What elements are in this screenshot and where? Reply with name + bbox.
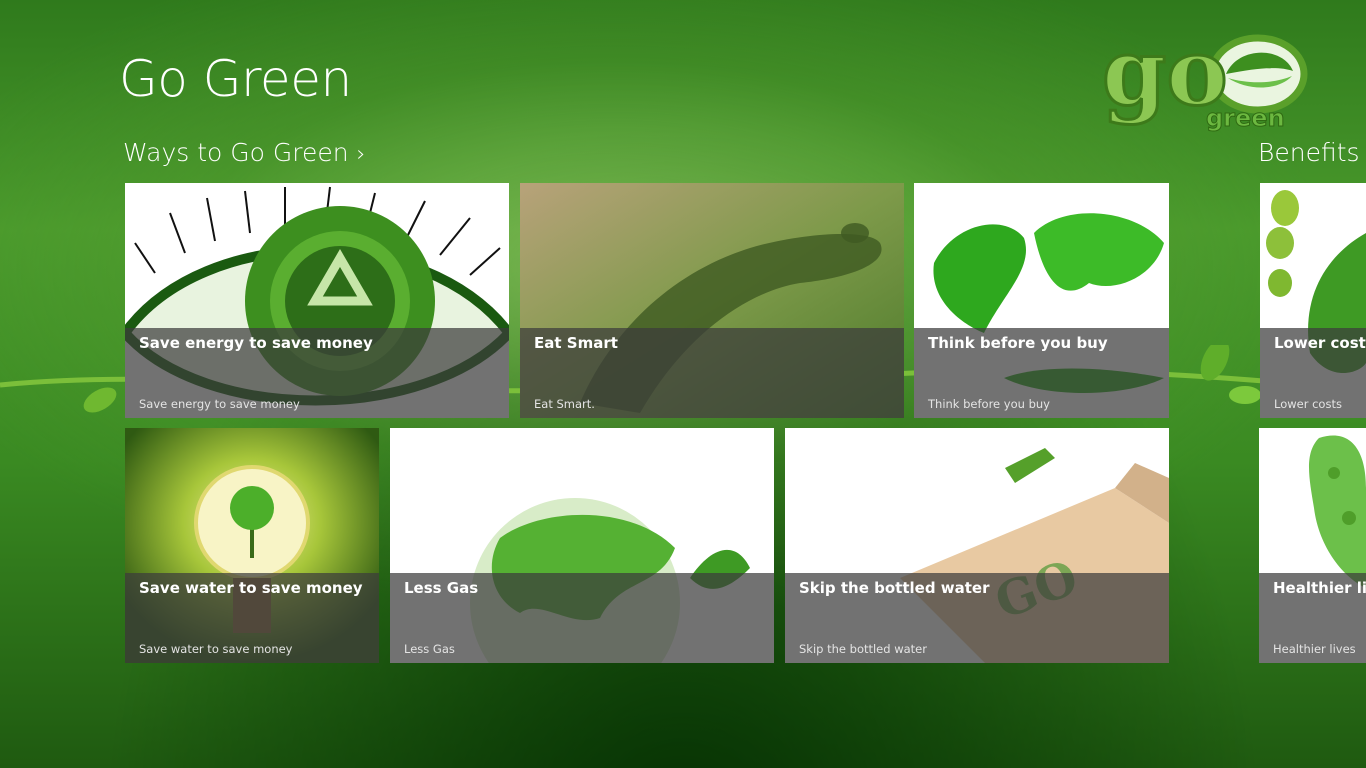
tile-think-before-buy[interactable]: Think before you buy Think before you bu… <box>914 183 1169 418</box>
tile-title: Think before you buy <box>928 334 1108 352</box>
tile-title: Healthier lives <box>1273 579 1366 597</box>
tile-subtitle: Save water to save money <box>139 642 293 656</box>
page-title: Go Green <box>119 50 352 108</box>
tile-title: Less Gas <box>404 579 479 597</box>
tile-subtitle: Healthier lives <box>1273 642 1356 656</box>
group-header-ways[interactable]: Ways to Go Green › <box>123 138 365 167</box>
tile-subtitle: Less Gas <box>404 642 455 656</box>
group-header-label: Ways to Go Green <box>123 138 349 167</box>
tile-overlay: Less Gas Less Gas <box>390 573 774 663</box>
tile-overlay: Save water to save money Save water to s… <box>125 573 379 663</box>
tile-title: Eat Smart <box>534 334 618 352</box>
chevron-right-icon: › <box>356 142 366 167</box>
tile-less-gas[interactable]: Less Gas Less Gas <box>390 428 774 663</box>
tile-title: Save water to save money <box>139 579 363 597</box>
tile-subtitle: Save energy to save money <box>139 397 300 411</box>
tile-save-energy[interactable]: Save energy to save money Save energy to… <box>125 183 509 418</box>
group-header-benefits[interactable]: Benefits o <box>1258 138 1366 167</box>
tile-overlay: Save energy to save money Save energy to… <box>125 328 509 418</box>
tile-overlay: Eat Smart Eat Smart. <box>520 328 904 418</box>
tile-skip-bottled-water[interactable]: GO Skip the bottled water Skip the bottl… <box>785 428 1169 663</box>
tile-healthier-lives[interactable]: Healthier lives Healthier lives <box>1259 428 1366 663</box>
go-green-logo: go green <box>1101 26 1308 133</box>
tile-overlay: Healthier lives Healthier lives <box>1259 573 1366 663</box>
group-header-label: Benefits o <box>1258 138 1366 167</box>
tile-title: Lower costs <box>1274 334 1366 352</box>
tile-lower-costs[interactable]: Lower costs Lower costs <box>1260 183 1366 418</box>
tile-subtitle: Think before you buy <box>928 397 1050 411</box>
tile-subtitle: Eat Smart. <box>534 397 595 411</box>
logo-green-text: green <box>1206 104 1285 132</box>
tile-subtitle: Skip the bottled water <box>799 642 927 656</box>
tile-save-water[interactable]: Save water to save money Save water to s… <box>125 428 379 663</box>
tile-subtitle: Lower costs <box>1274 397 1342 411</box>
tile-title: Skip the bottled water <box>799 579 990 597</box>
tile-overlay: Think before you buy Think before you bu… <box>914 328 1169 418</box>
tile-overlay: Skip the bottled water Skip the bottled … <box>785 573 1169 663</box>
tile-eat-smart[interactable]: Eat Smart Eat Smart. <box>520 183 904 418</box>
tile-overlay: Lower costs Lower costs <box>1260 328 1366 418</box>
tile-title: Save energy to save money <box>139 334 373 352</box>
